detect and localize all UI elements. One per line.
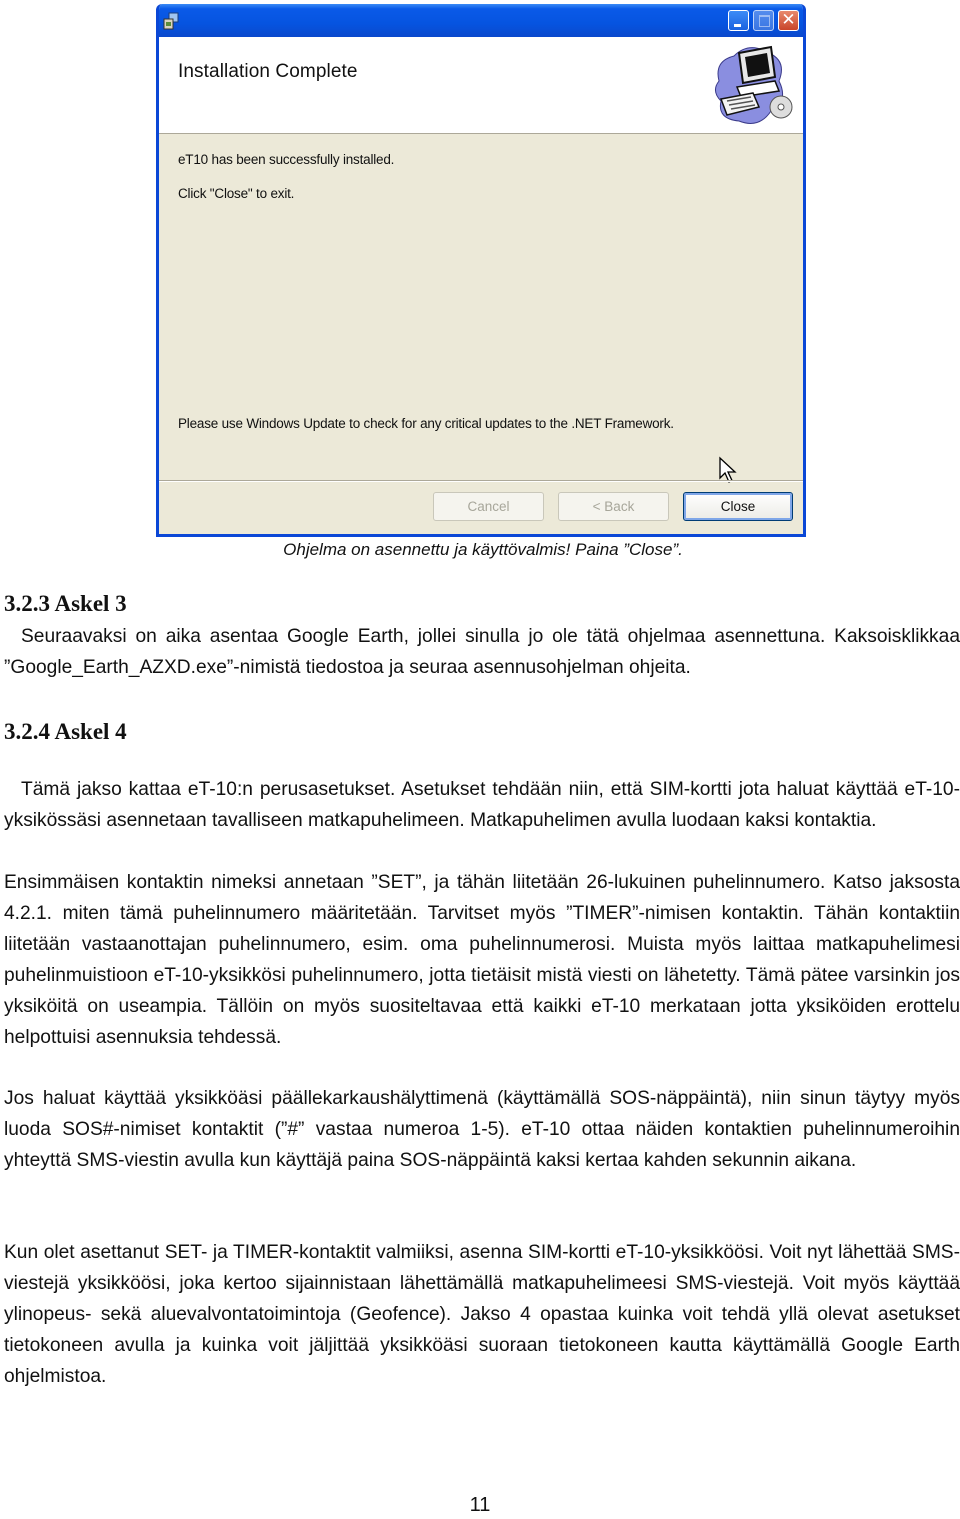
title-bar: ✕ — [159, 4, 803, 37]
dialog-title: Installation Complete — [178, 61, 358, 82]
paragraph-step-3: Seuraavaksi on aika asentaa Google Earth… — [4, 626, 960, 678]
caption-text: Ohjelma on asennettu ja käyttövalmis! Pa… — [283, 540, 683, 559]
click-close-message: Click "Close" to exit. — [178, 186, 295, 201]
paragraph-step-4-sos: Jos haluat käyttää yksikköäsi päällekark… — [4, 1088, 960, 1171]
paragraph-step-4-contacts: Ensimmäisen kontaktin nimeksi annetaan ”… — [4, 872, 960, 1048]
page-number: 11 — [469, 1494, 491, 1516]
back-button[interactable]: < Back — [558, 492, 669, 521]
close-button[interactable]: Close — [683, 492, 793, 521]
section-heading-step-4: 3.2.4 Askel 4 — [4, 719, 127, 744]
windows-update-message: Please use Windows Update to check for a… — [178, 416, 674, 431]
installer-icon — [163, 12, 179, 30]
cancel-button[interactable]: Cancel — [433, 492, 544, 521]
minimize-button[interactable] — [728, 10, 749, 31]
computer-illustration-icon — [715, 45, 793, 124]
installer-dialog-screenshot: ✕ Installation Complete eT10 has been su… — [156, 4, 806, 537]
section-heading-step-3: 3.2.3 Askel 3 — [4, 591, 127, 616]
maximize-button — [753, 10, 774, 31]
close-window-button[interactable]: ✕ — [778, 10, 799, 31]
paragraph-step-4-intro: Tämä jakso kattaa eT-10:n perusasetukset… — [4, 779, 960, 831]
close-icon: ✕ — [781, 10, 796, 30]
installed-message: eT10 has been successfully installed. — [178, 152, 395, 167]
dialog-header: Installation Complete — [159, 37, 803, 134]
paragraph-step-4-summary: Kun olet asettanut SET- ja TIMER-kontakt… — [4, 1242, 960, 1387]
button-separator — [159, 480, 803, 482]
figure-caption: Ohjelma on asennettu ja käyttövalmis! Pa… — [0, 540, 960, 560]
